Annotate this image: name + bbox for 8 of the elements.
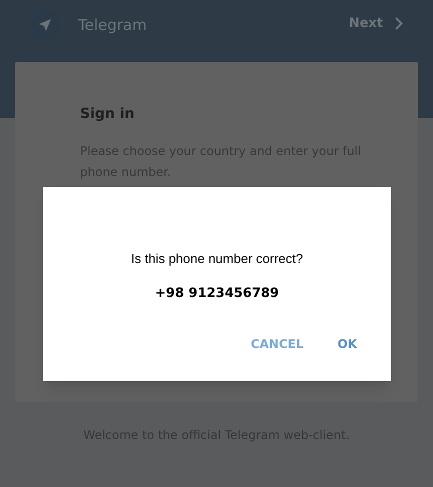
phone-number: +98 9123456789	[155, 284, 279, 302]
cancel-button[interactable]: CANCEL	[246, 335, 308, 353]
ok-button[interactable]: OK	[334, 335, 361, 353]
card-title: Sign in	[80, 105, 136, 124]
dialog-question: Is this phone number correct?	[131, 250, 303, 268]
app-title: Telegram	[78, 14, 147, 36]
next-button[interactable]: Next	[348, 14, 403, 34]
chevron-right-icon	[395, 17, 403, 30]
